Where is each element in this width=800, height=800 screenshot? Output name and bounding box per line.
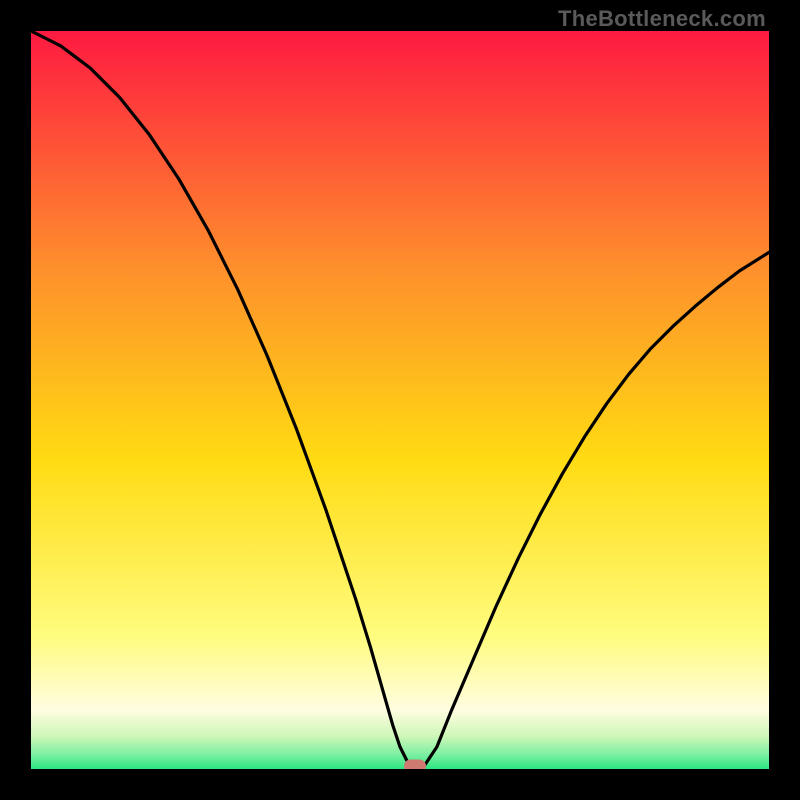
bottleneck-curve [31, 31, 769, 769]
watermark-text: TheBottleneck.com [558, 6, 766, 32]
chart-stage: TheBottleneck.com [0, 0, 800, 800]
optimum-marker [404, 760, 426, 770]
plot-area [31, 31, 769, 769]
